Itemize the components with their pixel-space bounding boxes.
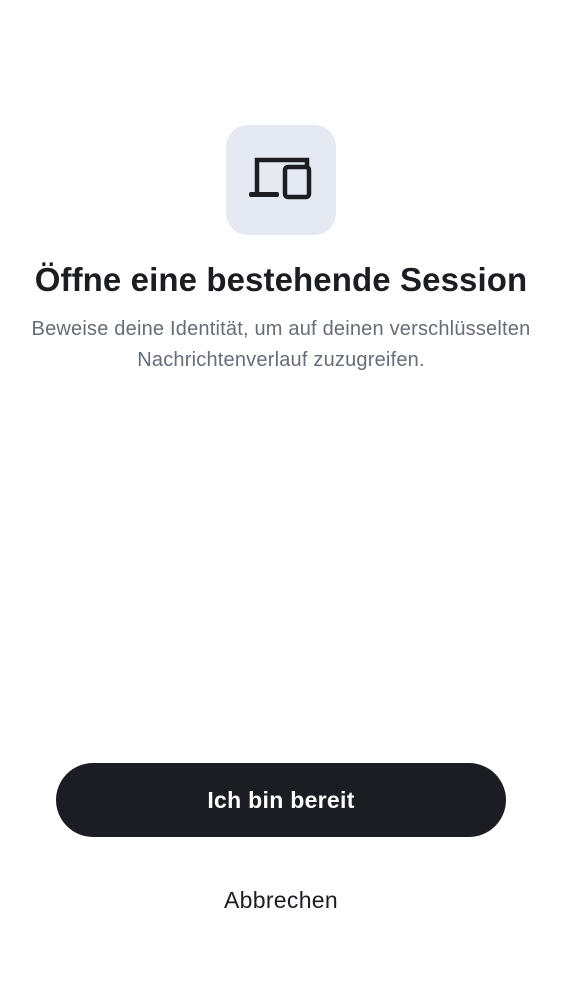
cancel-button[interactable]: Abbrechen [156,872,406,928]
devices-icon [249,157,312,200]
page-subtitle: Beweise deine Identität, um auf deinen v… [31,318,531,371]
open-session-screen: Öffne eine bestehende Session Beweise de… [0,0,562,1000]
icon-tile [226,125,336,235]
page-title: Öffne eine bestehende Session [34,261,528,298]
ready-button[interactable]: Ich bin bereit [56,763,506,837]
